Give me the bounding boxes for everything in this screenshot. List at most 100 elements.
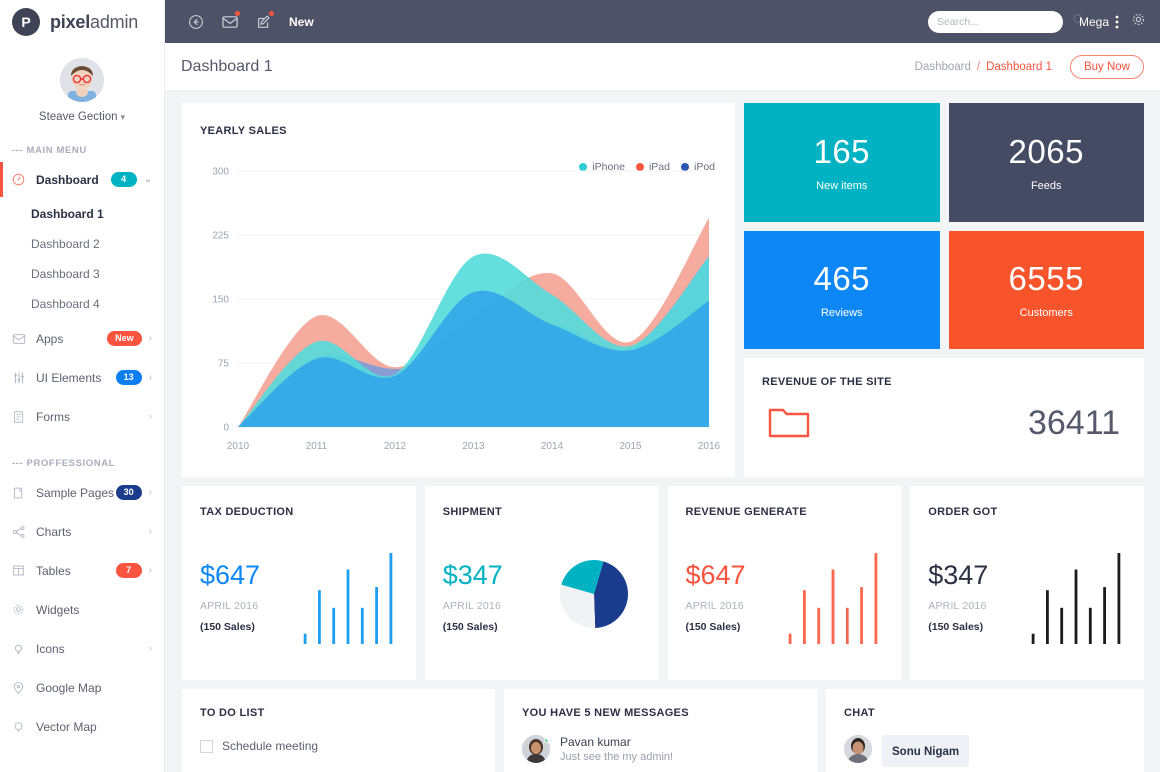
sidebar-item-label: Tables [30, 564, 116, 578]
kebab-menu-icon[interactable] [1115, 14, 1119, 30]
minicard-date: APRIL 2016 [443, 600, 503, 612]
new-button[interactable]: New [289, 15, 314, 29]
breadcrumb-current[interactable]: Dashboard 1 [986, 61, 1052, 73]
back-circle-icon[interactable] [179, 0, 213, 43]
todo-item[interactable]: Schedule meeting [200, 739, 477, 753]
compose-icon[interactable] [247, 0, 281, 43]
search-box[interactable] [928, 11, 1063, 33]
minicard-sales: (150 Sales) [686, 621, 746, 633]
message-list-item[interactable]: Pavan kumar Just see the my admin! [522, 735, 799, 763]
sidebar-item-google-map[interactable]: Google Map [0, 668, 164, 707]
minicard-revenue-generate: REVENUE GENERATE $647 APRIL 2016 (150 Sa… [668, 486, 902, 680]
stat-tile-reviews[interactable]: 465 Reviews [744, 231, 940, 350]
sidebar-badge-dashboard: 4 [111, 172, 137, 187]
form-icon [12, 410, 30, 424]
minicard-left: $647 APRIL 2016 (150 Sales) [686, 555, 746, 633]
sidebar-item-apps[interactable]: Apps New › [0, 319, 164, 358]
sidebar-item-forms[interactable]: Forms › [0, 397, 164, 436]
minicard-bar-spark [783, 537, 883, 652]
breadcrumb-root[interactable]: Dashboard [915, 61, 971, 73]
svg-text:2012: 2012 [384, 441, 407, 452]
minicard-pie-chart [541, 539, 641, 649]
sidebar-subitem-dashboard-2[interactable]: Dashboard 2 [0, 229, 164, 259]
sidebar-item-dashboard[interactable]: Dashboard 4 ⌄ [0, 160, 164, 199]
sidebar-item-label: Widgets [30, 603, 152, 617]
yearly-sales-card: YEARLY SALES iPhone iPad iPod [182, 103, 735, 477]
sidebar-item-icons[interactable]: Icons › [0, 629, 164, 668]
chevron-right-icon: › [149, 643, 152, 654]
sidebar-badge-tables: 7 [116, 563, 142, 578]
minicard-left: $347 APRIL 2016 (150 Sales) [928, 555, 988, 633]
sidebar-item-vector-map[interactable]: Vector Map [0, 707, 164, 746]
search-input[interactable] [937, 16, 1072, 28]
sidebar-subitem-label: Dashboard 3 [31, 267, 100, 281]
minicard-title: TAX DEDUCTION [200, 506, 398, 518]
stat-tile-customers[interactable]: 6555 Customers [949, 231, 1145, 350]
yearly-sales-title: YEARLY SALES [200, 125, 717, 137]
profile-name-text: Steave Gection [39, 111, 118, 123]
stat-tile-new-items[interactable]: 165 New items [744, 103, 940, 222]
sidebar-item-tables[interactable]: Tables 7 › [0, 551, 164, 590]
todo-card: TO DO LIST Schedule meeting [182, 689, 495, 772]
minicard-sales: (150 Sales) [200, 621, 260, 633]
envelope-icon[interactable] [213, 0, 247, 43]
message-preview: Just see the my admin! [560, 751, 673, 763]
main-region: New Mega Dashboard 1 [165, 0, 1160, 772]
messages-title: YOU HAVE 5 NEW MESSAGES [522, 707, 799, 719]
brand[interactable]: P pixeladmin [0, 0, 164, 44]
pages-icon [12, 486, 30, 500]
chevron-right-icon: › [149, 565, 152, 576]
sidebar-item-label: Icons [30, 642, 142, 656]
settings-gear-icon[interactable] [1131, 12, 1146, 32]
profile-name[interactable]: Steave Gection▾ [0, 111, 164, 123]
brand-bold: pixel [50, 12, 90, 32]
chevron-down-icon: ⌄ [144, 174, 152, 185]
minicard-title: SHIPMENT [443, 506, 641, 518]
stat-label: New items [816, 180, 867, 192]
stat-tile-feeds[interactable]: 2065 Feeds [949, 103, 1145, 222]
minicard-body: $347 APRIL 2016 (150 Sales) [443, 518, 641, 680]
svg-text:2010: 2010 [227, 441, 250, 452]
todo-checkbox[interactable] [200, 740, 213, 753]
pin-icon [12, 681, 30, 695]
compass-icon [12, 173, 30, 186]
avatar-photo [60, 58, 104, 102]
chevron-right-icon: › [149, 526, 152, 537]
brand-light: admin [90, 12, 138, 32]
sidebar-item-label: Charts [30, 525, 142, 539]
todo-label: Schedule meeting [222, 739, 318, 753]
minicard-left: $347 APRIL 2016 (150 Sales) [443, 555, 503, 633]
minicard-body: $647 APRIL 2016 (150 Sales) [200, 518, 398, 680]
sidebar-subitem-dashboard-3[interactable]: Dashboard 3 [0, 259, 164, 289]
sidebar-item-label: Dashboard [30, 173, 111, 187]
sidebar-item-charts[interactable]: Charts › [0, 512, 164, 551]
app-root: P pixeladmin Steave G [0, 0, 1160, 772]
chat-message-row[interactable]: Sonu Nigam [844, 735, 1126, 767]
buy-now-button[interactable]: Buy Now [1070, 55, 1144, 79]
messages-card: YOU HAVE 5 NEW MESSAGES [504, 689, 817, 772]
profile-block[interactable]: Steave Gection▾ [0, 44, 164, 123]
stat-tiles: 165 New items 2065 Feeds 465 Reviews 6 [744, 103, 1144, 349]
sidebar-badge-sample-pages: 30 [116, 485, 142, 500]
notification-dot [269, 11, 274, 16]
sidebar-item-label: Vector Map [30, 720, 152, 734]
sidebar-subitem-label: Dashboard 4 [31, 297, 100, 311]
balloon-icon [12, 720, 30, 734]
minicard-bar-spark [1026, 537, 1126, 652]
chevron-down-icon: ▾ [121, 112, 126, 123]
sidebar-subitem-dashboard-4[interactable]: Dashboard 4 [0, 289, 164, 319]
minicard-amount: $647 [686, 561, 746, 591]
sidebar-subitem-dashboard-1[interactable]: Dashboard 1 [0, 199, 164, 229]
sidebar-item-widgets[interactable]: Widgets [0, 590, 164, 629]
chevron-right-icon: › [149, 411, 152, 422]
sidebar-item-ui-elements[interactable]: UI Elements 13 › [0, 358, 164, 397]
stat-label: Reviews [821, 307, 863, 319]
mega-menu-button[interactable]: Mega [1079, 15, 1109, 29]
sidebar-item-sample-pages[interactable]: Sample Pages 30 › [0, 473, 164, 512]
svg-text:0: 0 [223, 423, 229, 434]
sidebar-item-label: Google Map [30, 681, 152, 695]
svg-text:2011: 2011 [306, 441, 328, 452]
sidebar-item-label: Sample Pages [30, 486, 116, 500]
row-bottom: TO DO LIST Schedule meeting YOU HAVE 5 N… [182, 689, 1144, 772]
minicard-amount: $347 [928, 561, 988, 591]
